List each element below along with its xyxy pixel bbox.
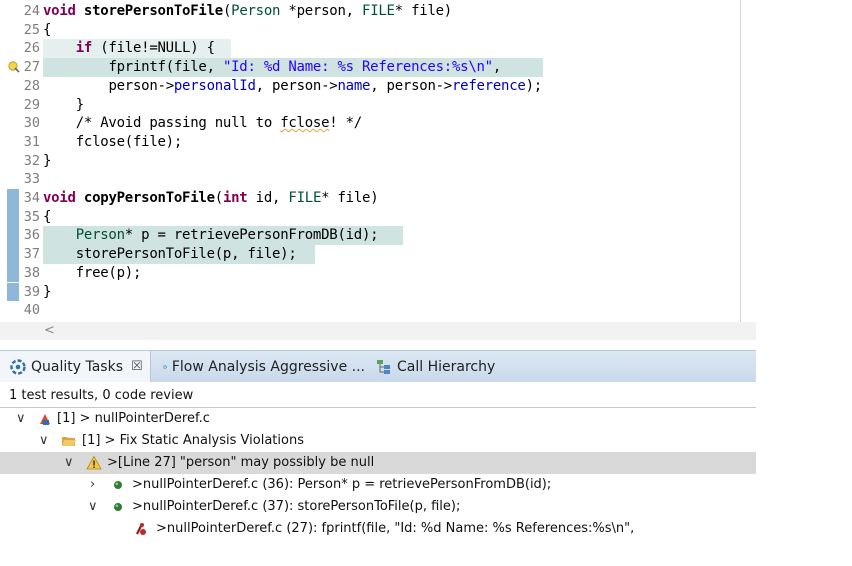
code-text[interactable]: } bbox=[43, 97, 84, 113]
close-tab-icon[interactable]: ☒ bbox=[131, 359, 143, 374]
line-number: 28 bbox=[23, 77, 40, 94]
code-line-26[interactable]: 26 if (file!=NULL) { bbox=[0, 39, 740, 59]
code-line-34[interactable]: 34 void copyPersonToFile(int id, FILE* f… bbox=[0, 189, 740, 208]
code-line-33[interactable]: 33 bbox=[0, 170, 740, 189]
code-line-25[interactable]: 25 { bbox=[0, 21, 740, 40]
code-text[interactable]: if (file!=NULL) { bbox=[43, 40, 215, 56]
code-line-38[interactable]: 38 free(p); bbox=[0, 263, 740, 283]
line-number: 32 bbox=[23, 152, 40, 169]
tree-item-trace-37[interactable]: ∨ >nullPointerDeref.c (37): storePersonT… bbox=[0, 496, 756, 518]
line-number: 36 bbox=[23, 227, 40, 244]
tab-label: Call Hierarchy bbox=[397, 358, 496, 375]
code-text[interactable]: person->personalId, person->name, person… bbox=[43, 78, 542, 94]
line-number: 27 bbox=[23, 59, 40, 76]
tab-flow-analysis[interactable]: Flow Analysis Aggressive ... bbox=[153, 351, 365, 382]
code-text[interactable]: void copyPersonToFile(int id, FILE* file… bbox=[43, 190, 379, 206]
line-number: 34 bbox=[23, 190, 40, 206]
code-editor[interactable]: 24 void storePersonToFile(Person *person… bbox=[0, 0, 852, 345]
code-line-24[interactable]: 24 void storePersonToFile(Person *person… bbox=[0, 2, 740, 21]
view-tab-bar: Quality Tasks ☒ Flow Analysis Aggressive… bbox=[0, 350, 756, 382]
test-file-icon bbox=[40, 414, 50, 425]
code-line-31[interactable]: 31 fclose(file); bbox=[0, 133, 740, 152]
line-number: 24 bbox=[23, 3, 40, 19]
quality-tasks-icon bbox=[10, 358, 26, 375]
code-line-29[interactable]: 29 } bbox=[0, 96, 740, 115]
expand-toggle-icon[interactable]: ∨ bbox=[64, 455, 74, 470]
results-summary: 1 test results, 0 code review bbox=[9, 388, 194, 403]
editor-vertical-divider bbox=[740, 0, 741, 322]
expand-toggle-icon[interactable]: ∨ bbox=[39, 433, 49, 448]
violation-point-icon bbox=[136, 523, 146, 535]
code-text[interactable]: free(p); bbox=[43, 265, 142, 281]
code-text[interactable]: fprintf(file, "Id: %d Name: %s Reference… bbox=[43, 59, 501, 75]
code-line-32[interactable]: 32 } bbox=[0, 152, 740, 171]
code-line-36[interactable]: 36 Person* p = retrievePersonFromDB(id); bbox=[0, 226, 740, 246]
code-line-27[interactable]: 27 fprintf(file, "Id: %d Name: %s Refere… bbox=[0, 58, 740, 77]
tree-item-label: [1] > nullPointerDeref.c bbox=[57, 411, 210, 426]
line-number: 31 bbox=[23, 133, 40, 150]
code-text[interactable]: storePersonToFile(p, file); bbox=[43, 246, 297, 262]
line-number: 25 bbox=[23, 21, 40, 38]
line-number: 29 bbox=[23, 96, 40, 113]
code-text[interactable]: { bbox=[43, 209, 51, 225]
code-text[interactable]: fclose(file); bbox=[43, 134, 183, 150]
folder-open-icon bbox=[62, 437, 76, 446]
scroll-left-icon[interactable]: < bbox=[44, 323, 55, 338]
horizontal-scrollbar[interactable]: < bbox=[0, 322, 756, 340]
tab-call-hierarchy[interactable]: Call Hierarchy bbox=[366, 351, 506, 382]
code-text[interactable]: { bbox=[43, 22, 51, 38]
line-number: 35 bbox=[23, 208, 40, 225]
code-text[interactable]: } bbox=[43, 153, 51, 169]
tree-item-label: >nullPointerDeref.c (37): storePersonToF… bbox=[132, 499, 461, 514]
warning-icon bbox=[86, 455, 102, 470]
line-number: 37 bbox=[23, 246, 40, 263]
line-number: 26 bbox=[23, 40, 40, 57]
code-line-35[interactable]: 35 { bbox=[0, 207, 740, 227]
tree-item-label: [1] > Fix Static Analysis Violations bbox=[82, 433, 304, 448]
line-number: 39 bbox=[23, 283, 40, 300]
expand-toggle-icon[interactable]: ∨ bbox=[88, 499, 98, 514]
quality-tasks-panel: Quality Tasks ☒ Flow Analysis Aggressive… bbox=[0, 345, 756, 566]
tree-item-file[interactable]: ∨ [1] > nullPointerDeref.c bbox=[0, 408, 756, 430]
flow-analysis-icon bbox=[163, 364, 167, 369]
line-number: 30 bbox=[23, 115, 40, 132]
tree-item-label: >nullPointerDeref.c (27): fprintf(file, … bbox=[156, 521, 635, 536]
code-line-30[interactable]: 30 /* Avoid passing null to fclose! */ bbox=[0, 114, 740, 133]
call-hierarchy-icon bbox=[377, 359, 390, 374]
code-line-28[interactable]: 28 person->personalId, person->name, per… bbox=[0, 77, 740, 96]
code-line-40[interactable]: 40 bbox=[0, 301, 740, 320]
tree-item-trace-27[interactable]: >nullPointerDeref.c (27): fprintf(file, … bbox=[0, 518, 756, 540]
tab-label: Quality Tasks bbox=[31, 358, 123, 375]
line-number: 40 bbox=[23, 302, 40, 319]
line-number: 33 bbox=[23, 171, 40, 188]
line-number: 38 bbox=[23, 264, 40, 281]
code-comment[interactable]: /* Avoid passing null to fclose! */ bbox=[43, 115, 363, 131]
tree-item-trace-36[interactable]: › >nullPointerDeref.c (36): Person* p = … bbox=[0, 474, 756, 496]
code-line-39[interactable]: 39 } bbox=[0, 282, 740, 302]
trace-step-icon bbox=[114, 481, 122, 489]
tab-label: Flow Analysis Aggressive ... bbox=[171, 358, 365, 375]
tree-item-violation[interactable]: ∨ >[Line 27] "person" may possibly be nu… bbox=[0, 452, 756, 474]
expand-toggle-icon[interactable]: › bbox=[90, 477, 95, 492]
tree-item-label: >[Line 27] "person" may possibly be null bbox=[107, 455, 375, 470]
tree-item-label: >nullPointerDeref.c (36): Person* p = re… bbox=[132, 477, 552, 492]
code-line-37[interactable]: 37 storePersonToFile(p, file); bbox=[0, 245, 740, 264]
expand-toggle-icon[interactable]: ∨ bbox=[16, 411, 26, 426]
code-text[interactable]: Person* p = retrievePersonFromDB(id); bbox=[43, 227, 379, 243]
trace-step-icon bbox=[114, 503, 122, 511]
tab-quality-tasks[interactable]: Quality Tasks ☒ bbox=[0, 351, 151, 382]
tree-item-category[interactable]: ∨ [1] > Fix Static Analysis Violations bbox=[0, 430, 756, 452]
code-text[interactable]: } bbox=[43, 284, 51, 300]
code-text[interactable]: void storePersonToFile(Person *person, F… bbox=[43, 3, 452, 19]
